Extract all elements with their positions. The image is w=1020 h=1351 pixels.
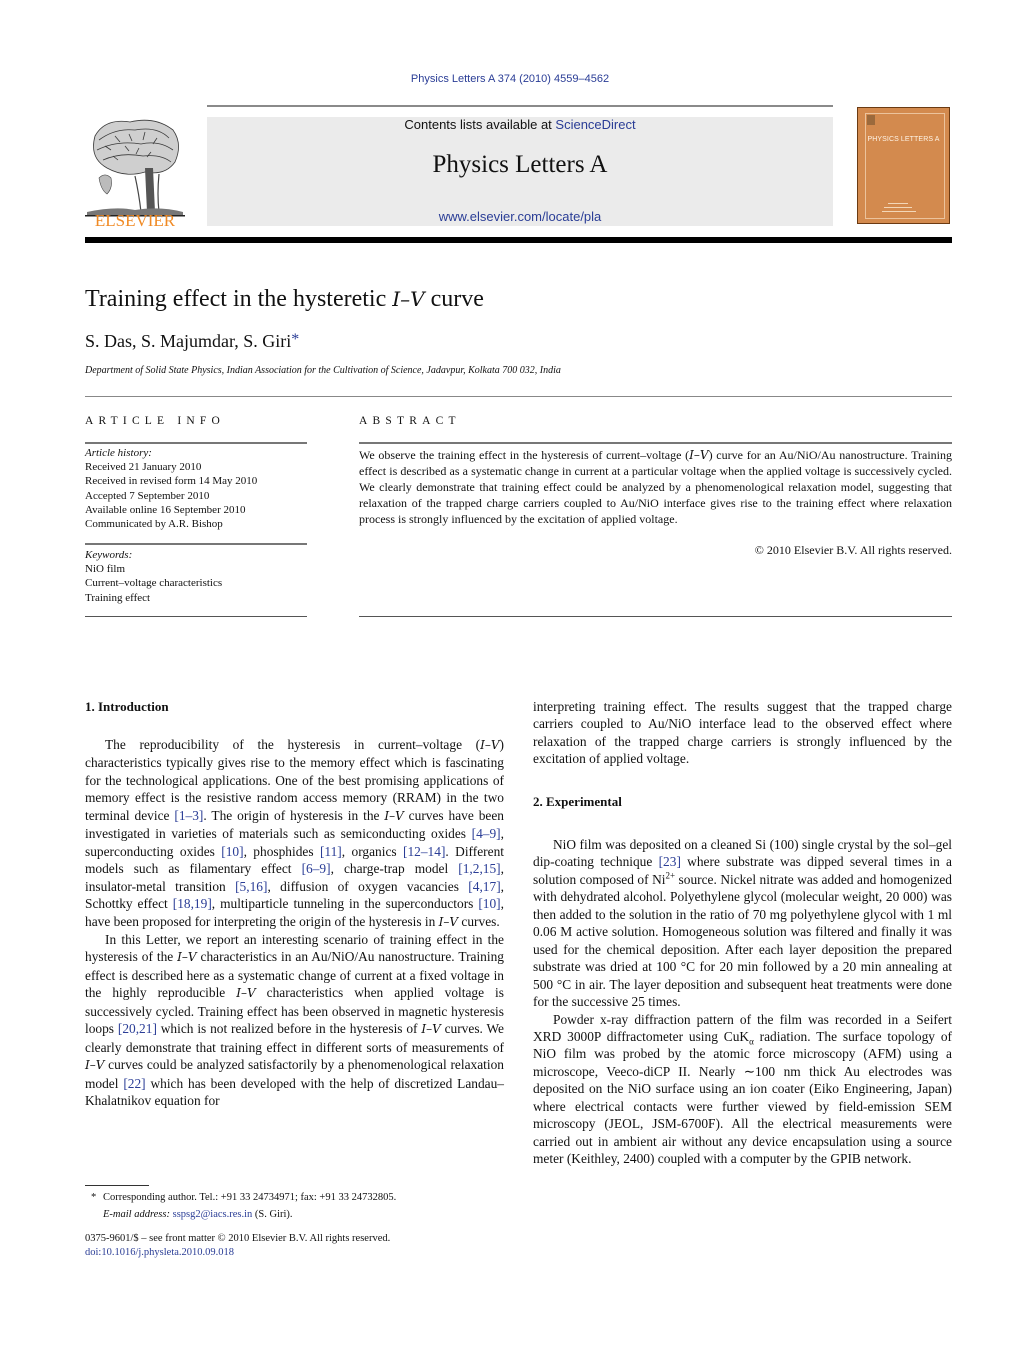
author-list: S. Das, S. Majumdar, S. Giri* [85,331,299,352]
keywords: Keywords: NiO film Current–voltage chara… [85,548,307,605]
inline-math: I–V [421,1022,441,1037]
title-text: Training effect in the hysteretic [85,286,393,312]
authors-text: S. Das, S. Majumdar, S. Giri [85,331,292,351]
section-heading-experimental: 2. Experimental [533,794,622,809]
cover-text-line [882,211,916,212]
history-item: Communicated by A.R. Bishop [85,518,223,531]
sciencedirect-link[interactable]: ScienceDirect [555,117,635,132]
paragraph: In this Letter, we report an interesting… [85,931,504,1109]
abstract-copyright: © 2010 Elsevier B.V. All rights reserved… [754,543,952,557]
citation-link[interactable]: [1,2,15] [458,861,500,876]
citation-link[interactable]: [1–3] [174,808,203,823]
journal-cover-thumbnail[interactable]: PHYSICS LETTERS A [857,107,950,224]
divider [359,616,952,617]
abstract-heading: ABSTRACT [359,415,461,427]
elsevier-tree-icon: ELSEVIER [85,119,185,230]
keywords-label: Keywords: [85,549,133,561]
keyword: NiO film [85,563,126,576]
issn-line: 0375-9601/$ – see front matter © 2010 El… [85,1233,391,1244]
inline-math: I–V [384,808,404,823]
inline-math: I–V [85,1058,105,1073]
paragraph: Powder x-ray diffraction pattern of the … [533,1011,953,1167]
divider [85,543,307,545]
inline-math: I–V [480,738,500,752]
contents-availability: Contents lists available at ScienceDirec… [207,117,833,132]
citation-link[interactable]: [18,19] [173,896,212,911]
citation-link[interactable]: [4–9] [472,826,501,841]
title-math: I–V [392,287,425,311]
cover-publisher-icon [867,115,875,125]
doi-link[interactable]: doi:10.1016/j.physleta.2010.09.018 [85,1246,505,1260]
citation-link[interactable]: [10] [478,896,500,911]
keyword: Training effect [85,591,151,604]
history-label: Article history: [85,447,152,459]
affiliation: Department of Solid State Physics, India… [85,365,561,376]
footnote: * Corresponding author. Tel.: +91 33 2473… [85,1189,505,1223]
cover-text-line [884,207,912,208]
citation-link[interactable]: [11] [320,844,342,859]
left-column: The reproducibility of the hysteresis in… [85,736,504,1110]
paragraph: interpreting training effect. The result… [533,699,952,767]
divider [85,616,307,617]
footnote-rule [85,1185,149,1186]
divider [85,442,307,444]
corresponding-author-link[interactable]: * [291,331,299,348]
journal-reference-link[interactable]: Physics Letters A 374 (2010) 4559–4562 [0,73,1020,85]
paragraph: The reproducibility of the hysteresis in… [85,737,505,929]
email-label: E-mail address: [103,1209,173,1220]
inline-math: I–V [689,448,709,462]
cover-title: PHYSICS LETTERS A [867,136,940,143]
citation-link[interactable]: [4,17] [468,879,500,894]
right-column-top: interpreting training effect. The result… [533,698,952,768]
divider [85,396,952,397]
elsevier-logo: ELSEVIER [85,116,185,230]
elsevier-wordmark: ELSEVIER [95,211,176,228]
abstract-body: We observe the training effect in the hy… [359,448,952,527]
keyword: Current–voltage characteristics [85,577,223,590]
history-item: Received in revised form 14 May 2010 [85,475,258,488]
footnote-mark: * [91,1192,97,1203]
citation-link[interactable]: [12–14] [403,844,445,859]
inline-math: I–V [438,914,459,929]
article-info: Article history: Received 21 January 201… [85,446,307,531]
citation-link[interactable]: [5,16] [235,879,267,894]
journal-homepage-link[interactable]: www.elsevier.com/locate/pla [207,209,833,224]
header-top-rule [207,105,833,107]
inline-math: I–V [177,950,197,965]
journal-title: Physics Letters A [432,151,608,178]
right-column: NiO film was deposited on a cleaned Si (… [533,836,952,1168]
citation-link[interactable]: [10] [221,844,243,859]
superscript: 2+ [665,870,676,881]
history-item: Accepted 7 September 2010 [85,489,210,502]
title-text-end: curve [424,286,484,312]
citation-link[interactable]: [6–9] [302,861,331,876]
header-thick-rule [85,237,952,243]
citation-link[interactable]: [22] [123,1076,145,1091]
subscript: α [749,1036,754,1047]
email-link[interactable]: sspsg2@iacs.res.in [173,1209,253,1220]
article-info-heading: ARTICLE INFO [85,415,225,427]
section-heading-introduction: 1. Introduction [85,699,169,714]
front-matter: 0375-9601/$ – see front matter © 2010 El… [85,1232,505,1260]
cover-text-line [888,203,908,204]
email-suffix: (S. Giri). [252,1209,293,1220]
divider [359,442,952,444]
history-item: Available online 16 September 2010 [85,503,246,516]
citation-link[interactable]: [23] [659,854,681,869]
paragraph: NiO film was deposited on a cleaned Si (… [533,837,952,1010]
paper-title: Training effect in the hysteretic I–V cu… [85,286,484,313]
corresponding-author-note: Corresponding author. Tel.: +91 33 24734… [103,1192,397,1203]
contents-prefix: Contents lists available at [404,117,556,132]
citation-link[interactable]: [20,21] [118,1021,157,1036]
inline-math: I–V [236,986,256,1001]
history-item: Received 21 January 2010 [85,461,202,474]
